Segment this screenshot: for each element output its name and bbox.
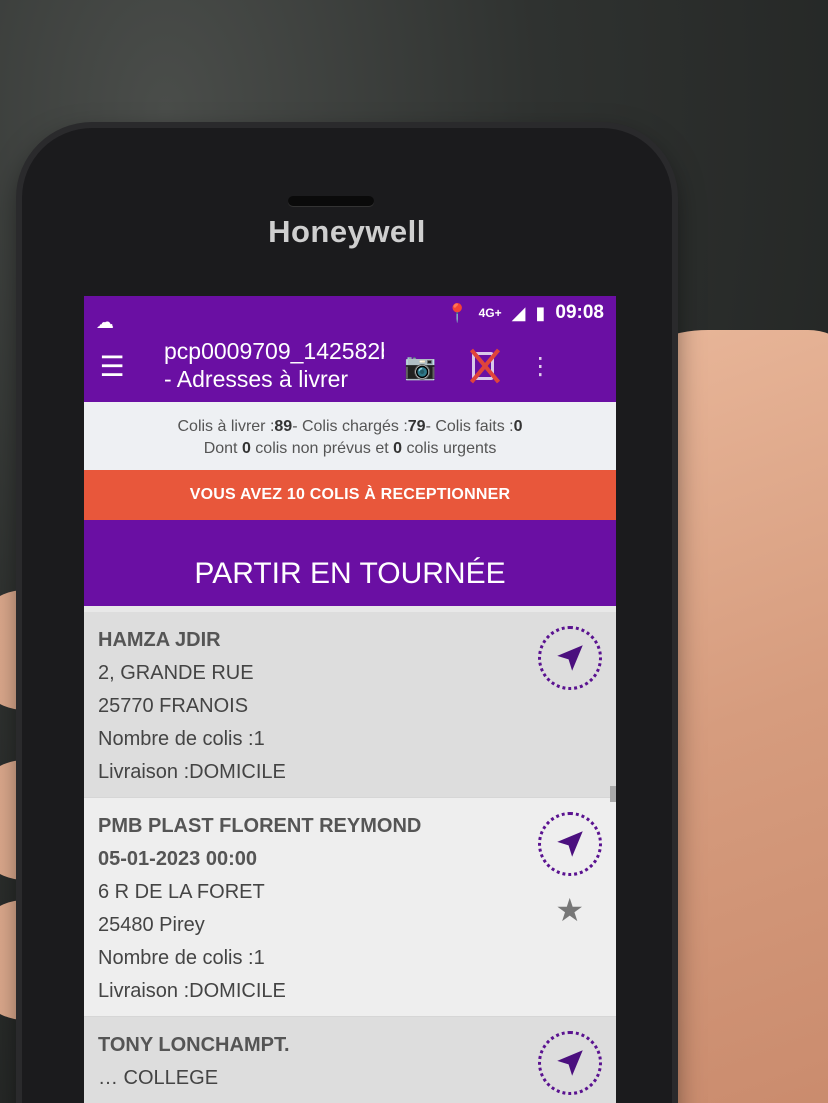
more-options-icon[interactable]: ⋮ [528,352,552,381]
cloud-icon: ☁ [96,311,114,332]
camera-icon[interactable]: 📷 [404,351,436,382]
tracking-disabled-icon[interactable] [466,346,502,386]
colis-a-livrer-count: 89 [274,418,293,435]
delivery-date: 05-01-2023 00:00 [98,848,258,870]
street: 6 R DE LA FORET [98,881,265,903]
phone-device: Honeywell ☁ 📍 4G+ ◢ ▮ 09:08 ☰ pcp0009709… [22,128,672,1103]
city: 25480 Pirey [98,914,205,936]
street: … COLLEGE [98,1067,219,1089]
brand-logo: Honeywell [268,214,426,249]
screen: ☁ 📍 4G+ ◢ ▮ 09:08 ☰ pcp0009709_142582b -… [84,296,616,1103]
navigate-button[interactable] [538,812,602,876]
recipient-name: PMB PLAST FLORENT REYMOND [98,815,422,837]
navigate-button[interactable] [538,626,602,690]
parcel-count: Nombre de colis :1 [98,947,265,969]
delivery-type: Livraison :DOMICILE [98,980,286,1002]
hamburger-menu-icon[interactable]: ☰ [94,350,130,383]
summary-label: Dont [203,440,242,457]
status-bar: ☁ 📍 4G+ ◢ ▮ 09:08 [84,296,616,332]
parcel-count: Nombre de colis :1 [98,728,265,750]
recipient-name: TONY LONCHAMPT. [98,1034,290,1056]
summary-panel: Colis à livrer :89- Colis chargés :79- C… [84,402,616,470]
recipient-name: HAMZA JDIR [98,629,221,651]
scrollbar[interactable] [610,786,616,802]
navigation-arrow-icon [557,1050,583,1076]
navigation-arrow-icon [557,831,583,857]
navigation-arrow-icon [557,645,583,671]
summary-label: - Colis chargés : [292,418,408,435]
signal-icon: ◢ [511,302,526,323]
battery-icon: ▮ [535,302,546,323]
summary-label: colis urgents [402,440,497,457]
summary-label: Colis à livrer : [177,418,275,435]
delivery-item[interactable]: HAMZA JDIR 2, GRANDE RUE 25770 FRANOIS N… [84,612,616,798]
network-type: 4G+ [478,306,502,320]
urgents-count: 0 [393,440,403,457]
colis-charges-count: 79 [407,418,426,435]
receive-alert-banner[interactable]: VOUS AVEZ 10 COLIS À RECEPTIONNER [84,470,616,520]
star-icon[interactable]: ★ [555,894,584,927]
summary-label: - Colis faits : [425,418,514,435]
delivery-type: Livraison :DOMICILE [98,761,286,783]
earpiece [288,196,374,206]
delivery-item[interactable]: PMB PLAST FLORENT REYMOND 05-01-2023 00:… [84,798,616,1017]
non-prevus-count: 0 [241,440,251,457]
city: 25770 FRANOIS [98,695,249,717]
page-title: pcp0009709_142582b - Adresses à livrer [164,338,384,392]
clock: 09:08 [555,302,604,323]
colis-faits-count: 0 [513,418,523,435]
summary-label: colis non prévus et [250,440,394,457]
location-icon: 📍 [446,302,469,323]
app-bar: ☰ pcp0009709_142582b - Adresses à livrer… [84,330,616,402]
delivery-list: HAMZA JDIR 2, GRANDE RUE 25770 FRANOIS N… [84,612,616,1103]
navigate-button[interactable] [538,1031,602,1095]
delivery-item[interactable]: TONY LONCHAMPT. … COLLEGE [84,1017,616,1103]
street: 2, GRANDE RUE [98,662,254,684]
start-tour-button[interactable]: PARTIR EN TOURNÉE [84,520,616,612]
